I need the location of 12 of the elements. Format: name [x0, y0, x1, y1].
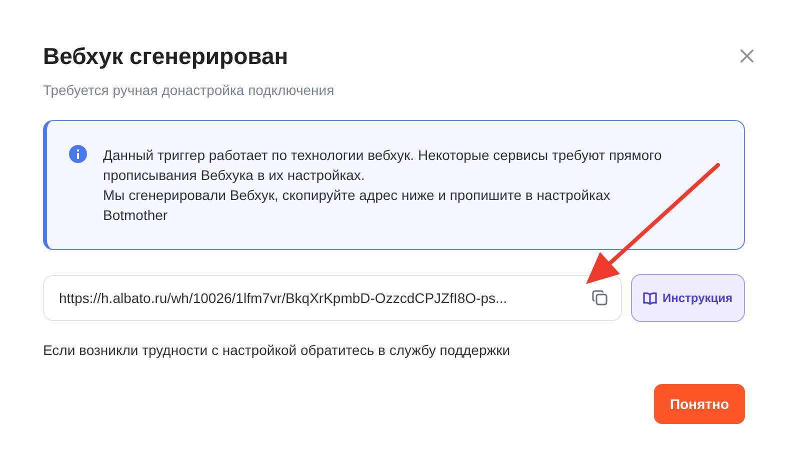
info-icon [69, 145, 87, 163]
book-icon [643, 292, 658, 304]
help-text: Если возникли трудности с настройкой обратитесь в службу поддержки [43, 342, 512, 358]
url-field[interactable]: https://h.albato.ru/wh/10026/1lfm7vr/BkqXrKpmbD-OzzcdCPJZfI8O-ps... [43, 275, 622, 321]
confirm-button[interactable]: Понятно [654, 384, 745, 424]
dialog-title: Вебхук сгенерирован [43, 42, 290, 70]
instruction-button[interactable]: Инструкция [631, 274, 745, 322]
info-text: Мы сгенерировали Вебхук, скопируйте адрес ниже и пропишите в настройках Botmother [103, 186, 612, 225]
dialog-subtitle: Требуется ручная донастройка подключения [43, 82, 334, 98]
close-button[interactable] [739, 48, 755, 64]
info-text: Данный триггер работает по технологии вебхук. Некоторые сервисы требуют прямого прописывания Вебхука в их настройках. [103, 146, 663, 185]
copy-icon[interactable] [591, 289, 609, 307]
